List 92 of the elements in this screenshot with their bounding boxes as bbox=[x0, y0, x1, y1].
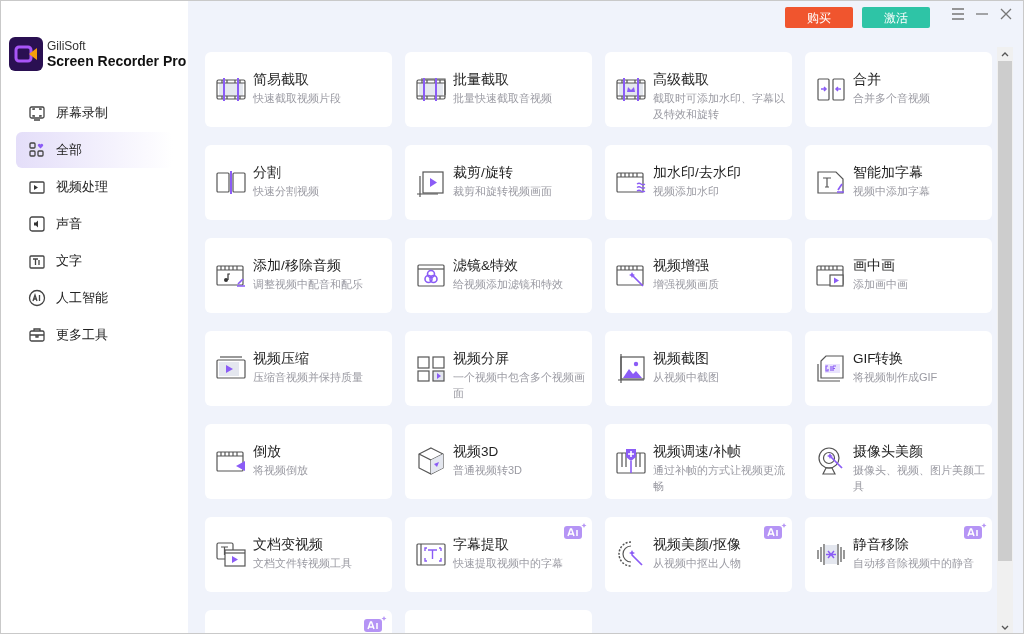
tool-title: 静音移除 bbox=[853, 536, 910, 554]
tool-title: 加水印/去水印 bbox=[653, 164, 741, 182]
tool-card[interactable]: 分割 快速分割视频 bbox=[205, 145, 392, 220]
play-box-icon bbox=[28, 178, 46, 196]
sidebar-item[interactable]: 人工智能 bbox=[16, 280, 173, 316]
tool-description: 将视频倒放 bbox=[253, 463, 308, 478]
tool-title: GIF转换 bbox=[853, 350, 905, 368]
tool-title: 文档变视频 bbox=[253, 536, 324, 554]
cube-icon bbox=[415, 445, 447, 477]
tool-card[interactable]: 视频调速/补帧 通过补帧的方式让视频更流畅 bbox=[605, 424, 792, 499]
product-name: Screen Recorder Pro bbox=[47, 54, 187, 69]
tool-description: 快速分割视频 bbox=[253, 184, 319, 199]
toolbox-icon bbox=[28, 326, 46, 344]
tool-title: 简易截取 bbox=[253, 71, 310, 89]
tool-description: 裁剪和旋转视频画面 bbox=[453, 184, 552, 199]
speaker-icon bbox=[28, 215, 46, 233]
tool-title: 倒放 bbox=[253, 443, 282, 461]
tool-description: 普通视频转3D bbox=[453, 463, 523, 478]
tool-description: 调整视频中配音和配乐 bbox=[253, 277, 363, 292]
tool-card[interactable]: 倒放 将视频倒放 bbox=[205, 424, 392, 499]
tool-description: 自动移音除视频中的静音 bbox=[853, 556, 974, 571]
tool-card[interactable]: 添加/移除音频 调整视频中配音和配乐 bbox=[205, 238, 392, 313]
tool-card[interactable]: 裁剪/旋转 裁剪和旋转视频画面 bbox=[405, 145, 592, 220]
tool-card[interactable]: 视频美颜/抠像 从视频中抠出人物 bbox=[605, 517, 792, 592]
tool-card[interactable]: 视频增强 增强视频画质 bbox=[605, 238, 792, 313]
tool-title: 合并 bbox=[853, 71, 882, 89]
text-icon bbox=[28, 252, 46, 270]
tool-title: 高级截取 bbox=[653, 71, 710, 89]
tool-card[interactable]: 画中画 添加画中画 bbox=[805, 238, 992, 313]
tool-title: 添加/移除音频 bbox=[253, 257, 342, 275]
tool-title: 滤镜&特效 bbox=[453, 257, 519, 275]
tool-title: 批量截取 bbox=[453, 71, 510, 89]
sidebar-item[interactable]: 屏幕录制 bbox=[16, 95, 173, 131]
tool-description: 从视频中抠出人物 bbox=[653, 556, 741, 571]
tool-description: 快速截取视频片段 bbox=[253, 91, 341, 106]
tool-title: 视频分屏 bbox=[453, 350, 510, 368]
tool-description: 从视频中截图 bbox=[653, 370, 719, 385]
tool-description: 增强视频画质 bbox=[653, 277, 719, 292]
tool-description: 文档文件转视频工具 bbox=[253, 556, 352, 571]
tool-title: 裁剪/旋转 bbox=[453, 164, 514, 182]
tool-title: 视频压缩 bbox=[253, 350, 310, 368]
tool-title: 摄像头美颜 bbox=[853, 443, 924, 461]
tool-description: 一个视频中包含多个视频画面 bbox=[453, 370, 586, 401]
tool-title: 视频3D bbox=[453, 443, 500, 461]
tool-card[interactable]: 字幕提取 快速提取视频中的字幕 bbox=[405, 517, 592, 592]
tool-description: 摄像头、视频、图片美颜工具 bbox=[853, 463, 986, 494]
app-logo-icon bbox=[9, 37, 43, 71]
tool-card[interactable]: 视频压缩 压缩音视频并保持质量 bbox=[205, 331, 392, 406]
grid-heart-icon bbox=[28, 141, 46, 159]
tool-description: 将视频制作成GIF bbox=[853, 370, 938, 385]
tool-title: 分割 bbox=[253, 164, 282, 182]
gif-file-icon bbox=[815, 352, 847, 384]
tool-card[interactable]: 加水印/去水印 视频添加水印 bbox=[605, 145, 792, 220]
brand-name: GiliSoft bbox=[47, 39, 87, 54]
sidebar-item[interactable]: 声音 bbox=[16, 206, 173, 242]
tool-title: 画中画 bbox=[853, 257, 896, 275]
sidebar-item[interactable]: 更多工具 bbox=[16, 317, 173, 353]
tool-card[interactable]: 滤镜&特效 给视频添加滤镜和特效 bbox=[405, 238, 592, 313]
tool-card[interactable]: 摄像头美颜 摄像头、视频、图片美颜工具 bbox=[805, 424, 992, 499]
tool-card[interactable]: 静音移除 自动移音除视频中的静音 bbox=[805, 517, 992, 592]
tool-description: 视频中添加字幕 bbox=[853, 184, 930, 199]
sidebar-item[interactable]: 文字 bbox=[16, 243, 173, 279]
tool-description: 批量快速截取音视频 bbox=[453, 91, 552, 106]
tool-description: 压缩音视频并保持质量 bbox=[253, 370, 363, 385]
menu-icon[interactable] bbox=[949, 5, 967, 23]
tool-title: 视频增强 bbox=[653, 257, 710, 275]
tool-card[interactable]: 批量截取 批量快速截取音视频 bbox=[405, 52, 592, 127]
tool-title: 智能加字幕 bbox=[853, 164, 924, 182]
tool-description: 给视频添加滤镜和特效 bbox=[453, 277, 563, 292]
tool-title: 字幕提取 bbox=[453, 536, 510, 554]
tool-description: 合并多个音视频 bbox=[853, 91, 930, 106]
tool-description: 通过补帧的方式让视频更流畅 bbox=[653, 463, 786, 494]
tool-card[interactable]: 高级截取 截取时可添加水印、字幕以及特效和旋转 bbox=[605, 52, 792, 127]
tool-card[interactable]: 合并 合并多个音视频 bbox=[805, 52, 992, 127]
tool-description: 添加画中画 bbox=[853, 277, 908, 292]
image-icon bbox=[615, 352, 647, 384]
tool-card[interactable]: 简易截取 快速截取视频片段 bbox=[205, 52, 392, 127]
sidebar-item[interactable]: 视频处理 bbox=[16, 169, 173, 205]
tool-description: 截取时可添加水印、字幕以及特效和旋转 bbox=[653, 91, 786, 122]
tool-card[interactable]: GIF转换 将视频制作成GIF bbox=[805, 331, 992, 406]
tool-card[interactable]: 视频截图 从视频中截图 bbox=[605, 331, 792, 406]
tool-card[interactable]: 文档变视频 文档文件转视频工具 bbox=[205, 517, 392, 592]
tool-description: 快速提取视频中的字幕 bbox=[453, 556, 563, 571]
ai-icon bbox=[28, 289, 46, 307]
tool-description: 视频添加水印 bbox=[653, 184, 720, 199]
tool-title: 视频调速/补帧 bbox=[653, 443, 742, 461]
tool-card[interactable]: 智能加字幕 视频中添加字幕 bbox=[805, 145, 992, 220]
tool-title: 视频截图 bbox=[653, 350, 710, 368]
tool-card[interactable]: 视频3D 普通视频转3D bbox=[405, 424, 592, 499]
monitor-icon bbox=[28, 104, 46, 122]
tool-card[interactable]: 视频分屏 一个视频中包含多个视频画面 bbox=[405, 331, 592, 406]
tool-title: 视频美颜/抠像 bbox=[653, 536, 741, 554]
